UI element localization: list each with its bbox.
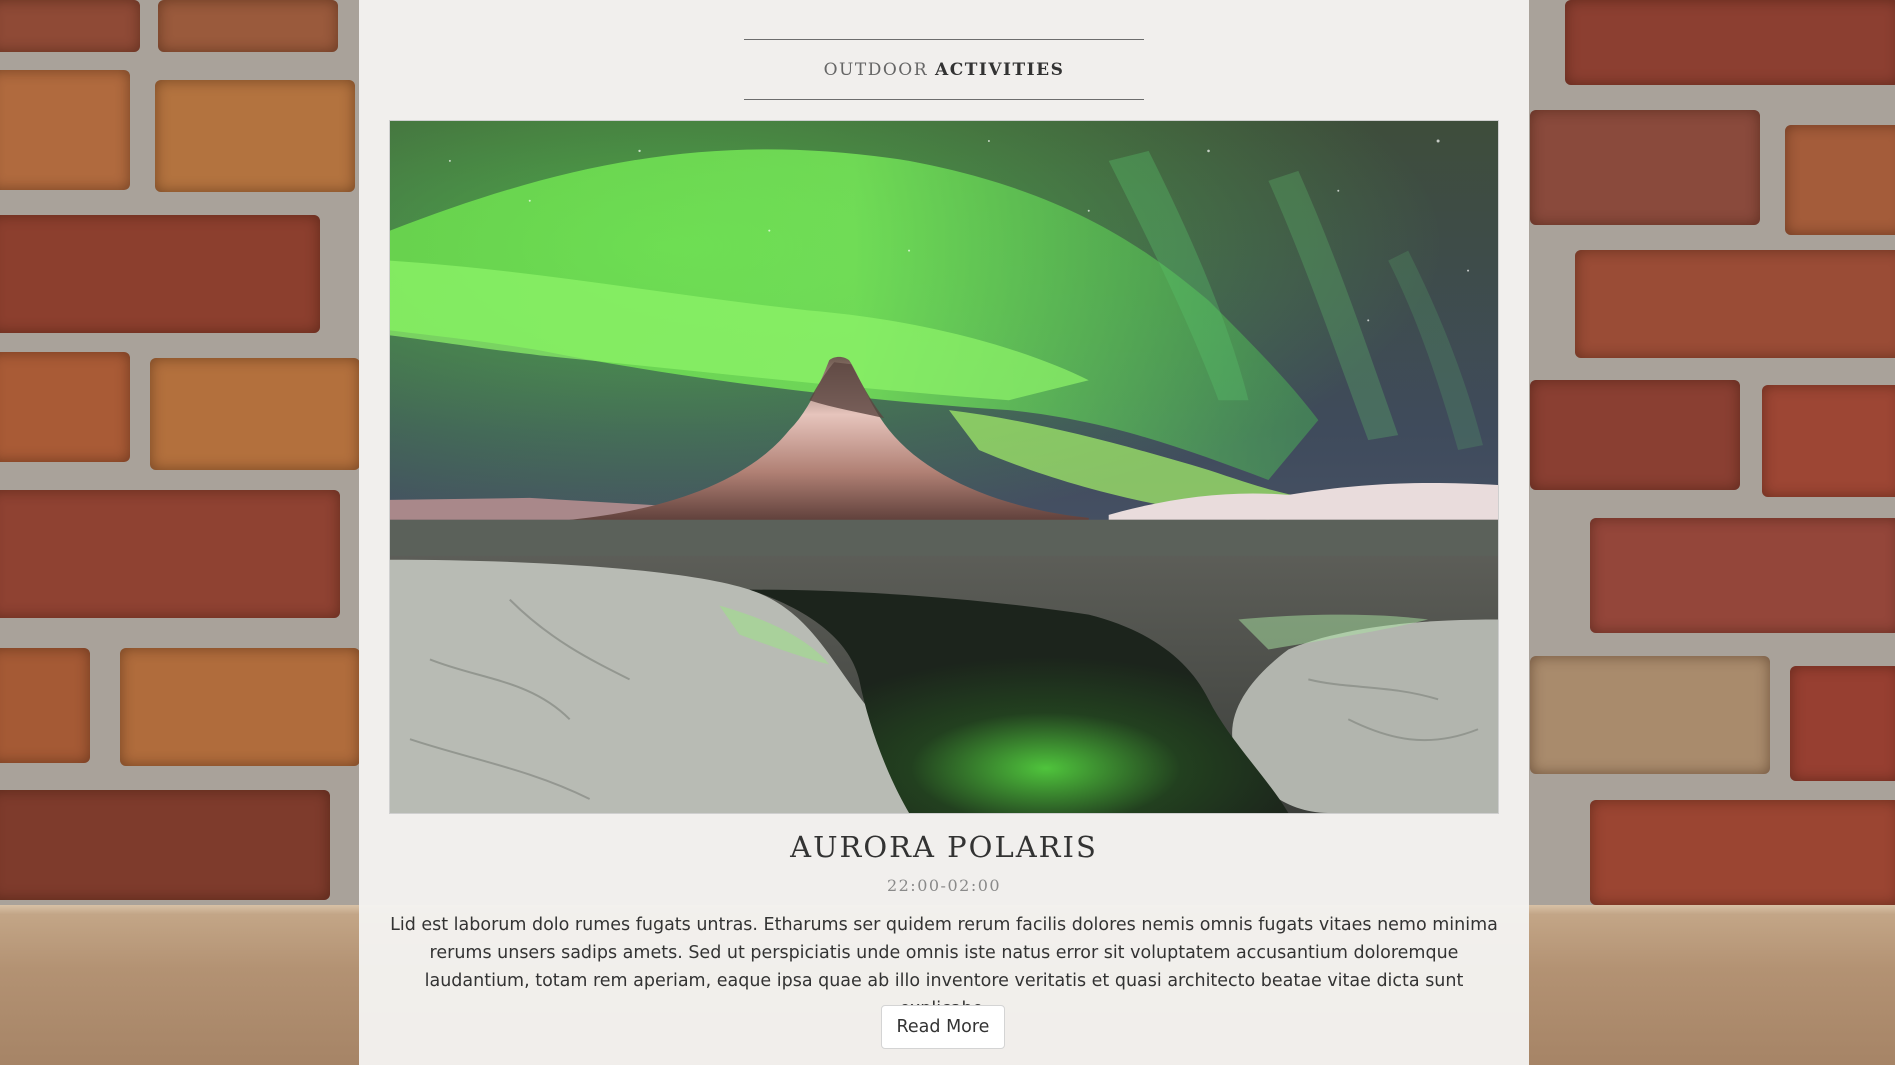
read-more-button[interactable]: Read More — [881, 1005, 1005, 1049]
brick — [1762, 385, 1895, 497]
brick — [1530, 656, 1770, 774]
brick — [120, 648, 360, 766]
section-title-light: OUTDOOR — [823, 59, 929, 80]
content-panel: OUTDOOR ACTIVITIES AURORA POLARIS 22:00-… — [359, 0, 1529, 1065]
section-header: OUTDOOR ACTIVITIES — [744, 39, 1144, 100]
event-photo[interactable] — [389, 120, 1499, 814]
aurora-mountain-image — [390, 121, 1498, 813]
brick — [1575, 250, 1895, 358]
brick — [0, 490, 340, 618]
brick — [158, 0, 338, 52]
brick — [0, 790, 330, 900]
brick — [0, 215, 320, 333]
brick — [0, 352, 130, 462]
brick — [1590, 518, 1895, 633]
brick — [1790, 666, 1895, 781]
brick — [1530, 110, 1760, 225]
brick — [155, 80, 355, 192]
brick — [1530, 380, 1740, 490]
event-title: AURORA POLARIS — [790, 830, 1098, 864]
brick — [1590, 800, 1895, 905]
brick — [0, 648, 90, 763]
section-title-bold: ACTIVITIES — [935, 59, 1065, 80]
brick — [0, 0, 140, 52]
brick — [0, 70, 130, 190]
brick — [150, 358, 360, 470]
brick — [1565, 0, 1895, 85]
event-time: 22:00-02:00 — [886, 876, 1002, 895]
brick — [1785, 125, 1895, 235]
